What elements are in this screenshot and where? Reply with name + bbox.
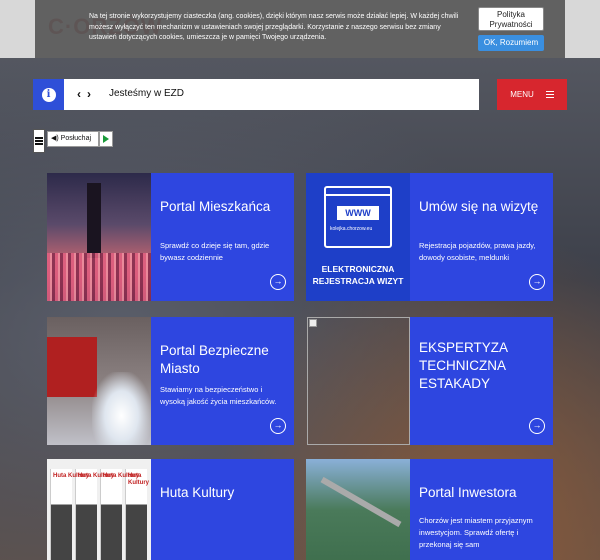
hamburger-icon: [545, 89, 554, 100]
tile-title: Portal Mieszkańca: [160, 199, 271, 214]
speaker-icon: ◀): [51, 135, 59, 142]
tile-panel: Portal Bezpieczne Miasto Stawiamy na bez…: [151, 317, 294, 445]
info-button[interactable]: i: [33, 79, 64, 110]
arrow-right-icon[interactable]: →: [270, 274, 286, 290]
ticker-prev-button[interactable]: ‹: [77, 87, 87, 101]
hamburger-icon: [35, 136, 43, 147]
poster-text: Huta Kultury: [128, 473, 149, 486]
tile-desc: Rejestracja pojazdów, prawa jazdy, dowod…: [419, 241, 536, 262]
ticker-next-button[interactable]: ›: [87, 87, 97, 101]
tile-title: Portal Bezpieczne Miasto: [160, 343, 269, 376]
image-caption: ELEKTRONICZNA REJESTRACJA WIZYT: [312, 264, 404, 286]
tile-panel: Umów się na wizytę Rejestracja pojazdów,…: [410, 173, 553, 301]
tile-image: [47, 317, 151, 445]
tile-panel: Portal Inwestora Chorzów jest miastem pr…: [410, 459, 553, 560]
privacy-policy-button[interactable]: Polityka Prywatności: [478, 7, 544, 31]
tile-image: [47, 173, 151, 301]
tile-title: Umów się na wizytę: [419, 199, 539, 214]
tile-huta-kultury[interactable]: Huta Kultury Huta Kultury Huta Kultury H…: [47, 459, 294, 560]
arrow-right-icon[interactable]: →: [529, 418, 545, 434]
tile-image: WWW kolejka.chorzow.eu ELEKTRONICZNA REJ…: [306, 173, 410, 301]
play-button[interactable]: [99, 131, 113, 147]
tile-title: Huta Kultury: [160, 485, 235, 500]
menu-label: MENU: [510, 90, 534, 99]
ticker-arrows: ‹›: [77, 87, 97, 101]
tile-title: EKSPERTYZA TECHNICZNA ESTAKADY: [419, 340, 508, 391]
tile-panel: Portal Mieszkańca Sprawdź co dzieje się …: [151, 173, 294, 301]
tile-image: [306, 459, 410, 560]
info-icon: i: [41, 87, 56, 102]
cookie-banner: Na tej stronie wykorzystujemy ciasteczka…: [35, 0, 565, 58]
tile-panel: Huta Kultury: [151, 459, 294, 560]
tile-desc: Stawiamy na bezpieczeństwo i wysoką jako…: [160, 385, 277, 406]
tile-desc: Chorzów jest miastem przyjaznym inwestyc…: [419, 516, 533, 549]
play-icon: [103, 135, 109, 143]
listen-button[interactable]: ◀) Posłuchaj: [47, 131, 99, 147]
tile-ekspertyza[interactable]: EKSPERTYZA TECHNICZNA ESTAKADY →: [410, 317, 553, 445]
menu-button[interactable]: MENU: [497, 79, 567, 110]
arrow-right-icon[interactable]: →: [270, 418, 286, 434]
broken-image-icon: [309, 319, 317, 327]
tile-portal-mieszkanca[interactable]: Portal Mieszkańca Sprawdź co dzieje się …: [47, 173, 294, 301]
cookie-accept-button[interactable]: OK, Rozumiem: [478, 35, 544, 51]
tile-desc: Sprawdź co dzieje się tam, gdzie bywasz …: [160, 241, 270, 262]
www-label: WWW: [337, 206, 379, 220]
tile-umow-wizyte[interactable]: WWW kolejka.chorzow.eu ELEKTRONICZNA REJ…: [306, 173, 553, 301]
cookie-text: Na tej stronie wykorzystujemy ciasteczka…: [89, 13, 459, 41]
www-url: kolejka.chorzow.eu: [330, 226, 373, 232]
toolbar-menu-button[interactable]: [33, 129, 45, 153]
ticker-text[interactable]: Jesteśmy w EZD: [109, 88, 184, 99]
arrow-right-icon[interactable]: →: [529, 274, 545, 290]
tile-portal-inwestora[interactable]: Portal Inwestora Chorzów jest miastem pr…: [306, 459, 553, 560]
tile-image: Huta Kultury Huta Kultury Huta Kultury H…: [47, 459, 151, 560]
browser-icon: WWW kolejka.chorzow.eu: [324, 186, 392, 248]
broken-image: [307, 317, 410, 445]
listen-label: Posłuchaj: [60, 135, 92, 142]
tile-title: Portal Inwestora: [419, 485, 517, 500]
news-ticker-bar: i ‹› Jesteśmy w EZD: [33, 79, 479, 110]
tile-bezpieczne-miasto[interactable]: Portal Bezpieczne Miasto Stawiamy na bez…: [47, 317, 294, 445]
